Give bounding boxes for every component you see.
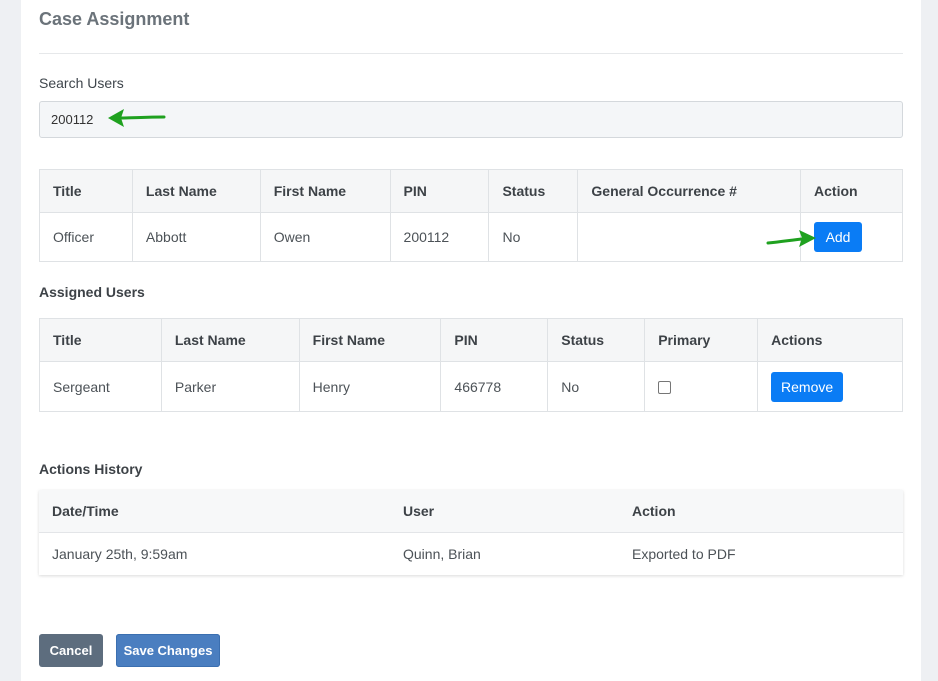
column-header-title: Title — [39, 169, 133, 213]
page-title: Case Assignment — [39, 9, 190, 29]
case-assignment-card: Case Assignment Search Users Title Last … — [21, 0, 921, 681]
column-header-status: Status — [547, 318, 646, 362]
column-header-last-name: Last Name — [131, 169, 261, 213]
column-header-user: User — [390, 490, 619, 533]
assigned-users-title: Assigned Users — [39, 284, 145, 300]
column-header-general-occurrence: General Occurrence # — [577, 169, 802, 213]
cell-first-name: Owen — [259, 212, 391, 262]
cell-primary — [644, 361, 759, 412]
divider — [39, 53, 903, 54]
remove-user-button[interactable]: Remove — [771, 371, 844, 402]
column-header-action: Action — [619, 490, 903, 533]
cell-user: Quinn, Brian — [403, 545, 481, 562]
assigned-users-table: Title Last Name First Name PIN Status Pr… — [39, 318, 903, 412]
column-header-actions: Actions — [757, 318, 903, 362]
column-header-first-name: First Name — [298, 318, 442, 362]
cell-pin: 200112 — [389, 212, 490, 262]
cell-action: Exported to PDF — [632, 545, 736, 562]
cell-actions: Remove — [757, 361, 903, 412]
search-users-input[interactable] — [39, 101, 903, 138]
cell-pin: 466778 — [440, 361, 549, 412]
search-users-label: Search Users — [39, 75, 124, 91]
column-header-pin: PIN — [389, 169, 490, 213]
annotation-arrow-icon — [766, 230, 816, 247]
cell-last-name: Abbott — [131, 212, 261, 262]
cell-first-name: Henry — [298, 361, 442, 412]
column-header-status: Status — [488, 169, 579, 213]
table-header-row: Date/Time User Action — [39, 490, 903, 533]
cell-status: No — [488, 212, 579, 262]
cell-status: No — [547, 361, 646, 412]
table-header-row: Title Last Name First Name PIN Status Pr… — [39, 318, 903, 362]
table-header-row: Title Last Name First Name PIN Status Ge… — [39, 169, 903, 213]
table-row: Sergeant Parker Henry 466778 No Remove — [39, 361, 903, 412]
column-header-action: Action — [800, 169, 903, 213]
cell-datetime: January 25th, 9:59am — [52, 545, 188, 562]
cell-last-name: Parker — [160, 361, 300, 412]
column-header-last-name: Last Name — [160, 318, 300, 362]
primary-checkbox[interactable] — [658, 381, 672, 395]
cancel-button[interactable]: Cancel — [39, 634, 103, 667]
column-header-title: Title — [39, 318, 162, 362]
annotation-arrow-icon — [108, 109, 166, 127]
column-header-datetime: Date/Time — [39, 490, 390, 533]
cell-title: Sergeant — [39, 361, 162, 412]
column-header-primary: Primary — [644, 318, 759, 362]
actions-history-title: Actions History — [39, 461, 143, 477]
actions-history-table: Date/Time User Action January 25th, 9:59… — [39, 490, 903, 575]
add-user-button[interactable]: Add — [814, 222, 863, 252]
table-row: January 25th, 9:59am Quinn, Brian Export… — [39, 532, 903, 575]
cell-title: Officer — [39, 212, 133, 262]
save-changes-button[interactable]: Save Changes — [116, 634, 220, 667]
column-header-first-name: First Name — [259, 169, 391, 213]
column-header-pin: PIN — [440, 318, 549, 362]
actions-history-table-container: Date/Time User Action January 25th, 9:59… — [39, 490, 903, 575]
